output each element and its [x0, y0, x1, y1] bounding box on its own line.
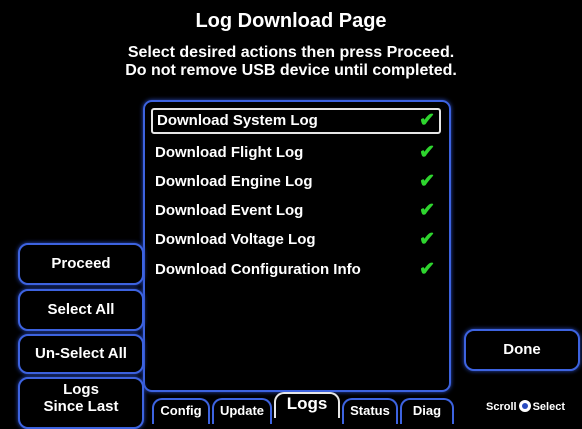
select-all-label: Select All — [47, 301, 115, 318]
select-label: Select — [532, 401, 565, 413]
knob-hint: Scroll Select — [486, 400, 565, 413]
list-item-configuration-info[interactable]: Download Configuration Info ✔ — [151, 257, 441, 283]
list-item-voltage-log[interactable]: Download Voltage Log ✔ — [151, 227, 441, 253]
tab-status[interactable]: Status — [342, 398, 398, 424]
log-action-list: Download System Log ✔ Download Flight Lo… — [143, 100, 451, 392]
list-item-flight-log[interactable]: Download Flight Log ✔ — [151, 140, 441, 166]
scroll-label: Scroll — [486, 401, 517, 413]
checkmark-icon: ✔ — [419, 110, 435, 131]
checkmark-icon: ✔ — [419, 259, 435, 280]
knob-icon — [518, 400, 531, 412]
tab-logs[interactable]: Logs — [274, 392, 340, 418]
done-label: Done — [503, 341, 541, 358]
list-item-label: Download System Log — [157, 112, 318, 129]
list-item-label: Download Engine Log — [155, 173, 313, 190]
unselect-all-label: Un-Select All — [35, 345, 127, 362]
list-item-label: Download Voltage Log — [155, 231, 316, 248]
instruction-line-2: Do not remove USB device until completed… — [125, 62, 457, 79]
list-item-label: Download Flight Log — [155, 144, 304, 161]
proceed-button[interactable]: Proceed — [18, 243, 144, 285]
instruction-line-1: Select desired actions then press Procee… — [127, 44, 455, 61]
page-title: Log Download Page — [195, 10, 387, 32]
unselect-all-button[interactable]: Un-Select All — [18, 334, 144, 374]
tab-config[interactable]: Config — [152, 398, 210, 424]
checkmark-icon: ✔ — [419, 171, 435, 192]
select-all-button[interactable]: Select All — [18, 289, 144, 331]
tab-update[interactable]: Update — [212, 398, 272, 424]
list-item-label: Download Event Log — [155, 202, 304, 219]
logs-since-last-label-2: Since Last — [43, 398, 119, 415]
list-item-event-log[interactable]: Download Event Log ✔ — [151, 198, 441, 224]
logs-since-last-button[interactable]: Logs Since Last — [18, 377, 144, 429]
list-item-label: Download Configuration Info — [155, 261, 361, 278]
checkmark-icon: ✔ — [419, 229, 435, 250]
list-item-system-log[interactable]: Download System Log ✔ — [151, 108, 441, 134]
tab-diag[interactable]: Diag — [400, 398, 454, 424]
checkmark-icon: ✔ — [419, 200, 435, 221]
list-item-engine-log[interactable]: Download Engine Log ✔ — [151, 169, 441, 195]
done-button[interactable]: Done — [464, 329, 580, 371]
proceed-label: Proceed — [51, 255, 111, 272]
logs-since-last-label-1: Logs — [63, 381, 99, 398]
checkmark-icon: ✔ — [419, 142, 435, 163]
